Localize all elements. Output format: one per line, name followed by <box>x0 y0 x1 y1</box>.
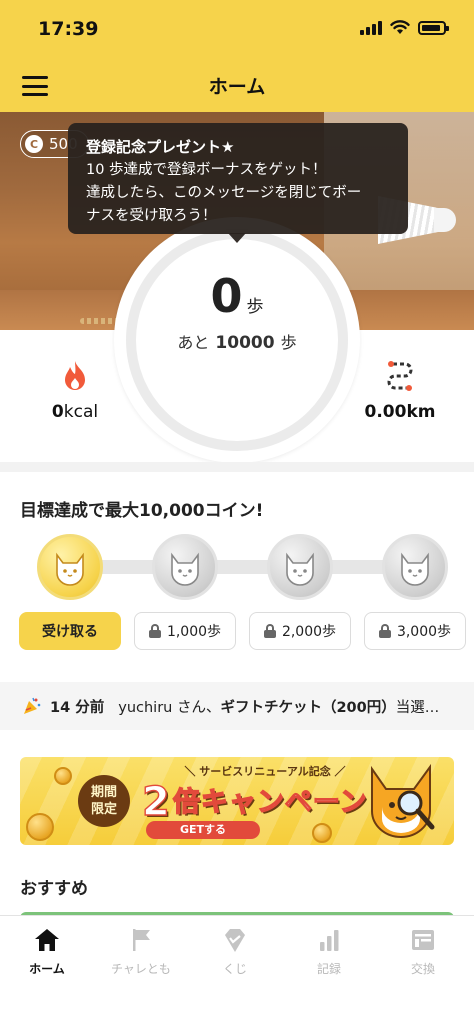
tab-label: チャレとも <box>111 962 171 976</box>
lottery-icon <box>225 929 245 952</box>
coin-decoration <box>312 823 332 843</box>
tab-lottery[interactable]: くじ <box>188 926 282 986</box>
calories-value: 0kcal <box>51 402 99 422</box>
coin-decoration <box>54 767 72 785</box>
milestone-3000: 3,000歩 <box>364 612 466 650</box>
remaining-unit: 歩 <box>280 333 297 352</box>
coin-decoration <box>26 813 54 841</box>
tab-exchange[interactable]: 交換 <box>376 926 470 986</box>
coin-icon: C <box>25 135 43 153</box>
app-header: ホーム <box>0 60 474 112</box>
route-icon <box>387 361 413 391</box>
bonus-tooltip[interactable]: 登録記念プレゼント★ 10 歩達成で登録ボーナスをゲット！ 達成したら、このメッ… <box>68 123 408 243</box>
fox-mascot-icon <box>401 552 429 586</box>
fox-mascot-icon <box>171 552 199 586</box>
distance-value: 0.00km <box>364 402 436 422</box>
steps-line: 0歩 <box>114 269 360 323</box>
tab-label: 記録 <box>316 962 341 976</box>
remaining-prefix: あと <box>177 333 210 352</box>
section-divider <box>0 462 474 472</box>
tooltip-body: 10 歩達成で登録ボーナスをゲット！ 達成したら、このメッセージを閉じてボー ナ… <box>86 159 390 228</box>
goal-badge-4 <box>382 534 448 600</box>
chart-icon <box>320 930 339 951</box>
goal-badge-3 <box>267 534 333 600</box>
banner-headline: 2倍キャンペーン <box>141 778 368 825</box>
news-time: 14 分前 <box>50 699 105 716</box>
goal-progress-track <box>70 560 410 574</box>
steps-unit: 歩 <box>246 297 264 317</box>
fox-detective-icon <box>371 763 435 838</box>
milestone-2000: 2,000歩 <box>249 612 351 650</box>
remaining-steps: あと 10000 歩 <box>114 329 360 353</box>
distance-stat: 0.00km <box>360 360 440 422</box>
tab-challenge-friends[interactable]: チャレとも <box>94 926 188 986</box>
battery-icon <box>418 20 449 35</box>
tab-records[interactable]: 記録 <box>282 926 376 986</box>
signal-icon <box>360 20 382 35</box>
calories-stat: 0kcal <box>40 360 110 422</box>
news-user: yuchiru さん、 <box>118 699 221 716</box>
lock-icon <box>263 624 276 638</box>
goal-title: 目標達成で最大10,000コイン! <box>20 501 264 521</box>
steps-value: 0 <box>210 269 243 323</box>
flag-icon <box>133 929 150 951</box>
step-counter[interactable]: 0歩 あと 10000 歩 <box>114 217 360 463</box>
tooltip-title: 登録記念プレゼント★ <box>86 138 235 156</box>
limited-time-badge: 期間 限定 <box>78 775 130 827</box>
claim-button[interactable]: 受け取る <box>19 612 121 650</box>
banner-get-button[interactable]: GETする <box>146 821 260 839</box>
goal-badge-2 <box>152 534 218 600</box>
tooltip-line-1: 10 歩達成で登録ボーナスをゲット！ <box>86 162 327 178</box>
status-time: 17:39 <box>38 18 99 40</box>
flame-icon <box>65 361 85 390</box>
goal-badge-1[interactable] <box>37 534 103 600</box>
recommended-title: おすすめ <box>20 879 88 899</box>
page-title: ホーム <box>208 76 266 98</box>
exchange-icon <box>412 930 434 950</box>
home-icon <box>35 929 59 951</box>
tooltip-line-3: ナスを受け取ろう！ <box>86 208 217 224</box>
lock-icon <box>378 624 391 638</box>
milestone-1000: 1,000歩 <box>134 612 236 650</box>
campaign-banner[interactable]: 期間 限定 ＼ サービスリニューアル記念 ／ 2倍キャンペーン GETする <box>20 757 454 845</box>
status-bar: 17:39 <box>0 0 474 60</box>
milestone-label: 3,000歩 <box>396 624 452 640</box>
lock-icon <box>148 624 161 638</box>
fox-mascot-icon <box>56 552 84 586</box>
status-icons <box>360 20 449 35</box>
news-suffix: 当選… <box>395 699 440 716</box>
tab-home[interactable]: ホーム <box>0 926 94 986</box>
fox-mascot-icon <box>286 552 314 586</box>
tab-label: ホーム <box>29 962 65 976</box>
winner-news-ticker[interactable]: 14 分前 yuchiru さん、 ギフトチケット（200円） 当選… <box>0 682 474 730</box>
remaining-value: 10000 <box>215 333 275 353</box>
milestone-label: 1,000歩 <box>166 624 222 640</box>
wifi-icon <box>390 20 410 34</box>
milestone-label: 2,000歩 <box>281 624 337 640</box>
tab-label: くじ <box>222 962 247 976</box>
news-item: ギフトチケット（200円） <box>220 699 396 716</box>
tab-label: 交換 <box>410 962 435 976</box>
party-popper-icon <box>24 697 41 714</box>
tooltip-line-2: 達成したら、このメッセージを閉じてボー <box>86 185 362 201</box>
